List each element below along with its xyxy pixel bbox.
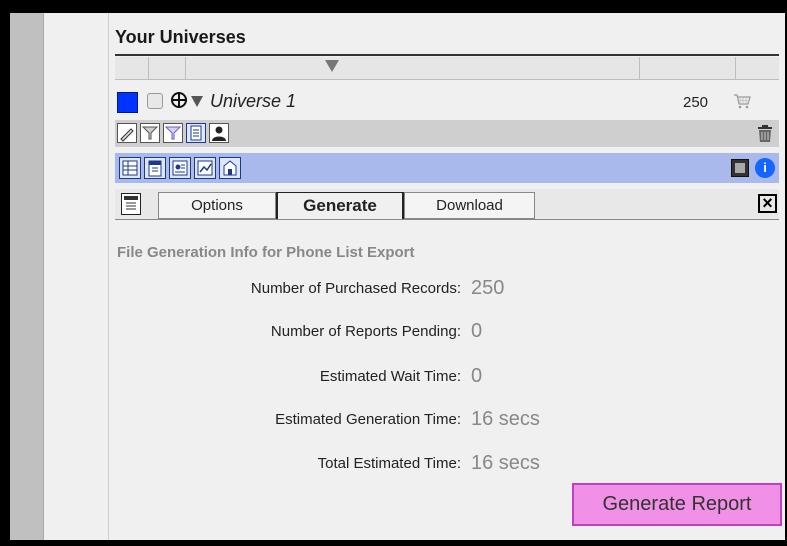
universe-name[interactable]: Universe 1 [210,91,296,112]
trash-icon[interactable] [757,124,773,143]
tab-generate[interactable]: Generate [276,192,404,219]
close-icon[interactable]: × [758,194,777,213]
person-icon[interactable] [209,123,229,143]
filter-check-icon[interactable] [163,123,183,143]
report-type-bar: i [115,153,779,183]
phone-list-doc-icon [121,193,141,215]
report-phone-icon[interactable] [144,157,166,179]
column-header-color[interactable] [115,57,149,79]
report-contact-icon[interactable] [169,157,191,179]
universes-panel: Your Universes Universe 1 250 i Options … [115,13,785,540]
column-header-select[interactable] [148,57,186,79]
target-crosshair-icon[interactable] [171,92,187,108]
universe-checkbox[interactable] [147,93,163,109]
left-sidebar [10,13,44,540]
report-building-icon[interactable] [219,157,241,179]
film-icon[interactable] [731,159,749,177]
info-row-wait-time: Estimated Wait Time: 0 [115,365,779,389]
info-icon[interactable]: i [755,158,775,178]
left-gutter [44,13,109,540]
info-value: 0 [471,365,483,387]
filter-icon[interactable] [140,123,160,143]
tab-options[interactable]: Options [158,192,276,219]
info-label: Estimated Wait Time: [319,368,461,385]
list-icon[interactable] [186,123,206,143]
column-header-count[interactable] [639,57,736,79]
info-row-purchased: Number of Purchased Records: 250 [115,277,779,301]
sort-down-icon[interactable] [325,60,339,72]
info-value: 16 secs [471,452,540,474]
info-label: Total Estimated Time: [317,455,461,472]
info-label: Number of Reports Pending: [270,323,461,340]
universe-record-count: 250 [683,94,709,111]
report-chart-icon[interactable] [194,157,216,179]
column-header-name[interactable] [185,57,640,79]
tab-bar: Options Generate Download × [115,189,779,220]
generation-info-heading: File Generation Info for Phone List Expo… [117,244,415,261]
pencil-icon[interactable] [117,123,137,143]
app-area: Your Universes Universe 1 250 i Options … [10,13,785,540]
info-row-total-time: Total Estimated Time: 16 secs [115,452,779,476]
report-table-icon[interactable] [119,157,141,179]
universe-color-swatch[interactable] [117,92,138,113]
universe-toolbar [115,120,779,147]
column-header-row [115,57,779,80]
expand-triangle-icon[interactable] [191,96,203,107]
title-divider [115,54,779,56]
info-row-generation-time: Estimated Generation Time: 16 secs [115,408,779,432]
info-row-pending: Number of Reports Pending: 0 [115,320,779,344]
info-label: Number of Purchased Records: [250,280,461,297]
tab-download[interactable]: Download [404,192,535,219]
generate-report-button[interactable]: Generate Report [572,483,782,526]
universe-row[interactable]: Universe 1 250 [115,87,779,115]
info-value: 0 [471,320,483,342]
info-value: 250 [471,277,505,299]
info-value: 16 secs [471,408,540,430]
panel-title: Your Universes [115,27,246,47]
info-label: Estimated Generation Time: [275,411,461,428]
shopping-cart-icon[interactable] [733,93,751,109]
window-frame: Your Universes Universe 1 250 i Options … [0,0,787,546]
